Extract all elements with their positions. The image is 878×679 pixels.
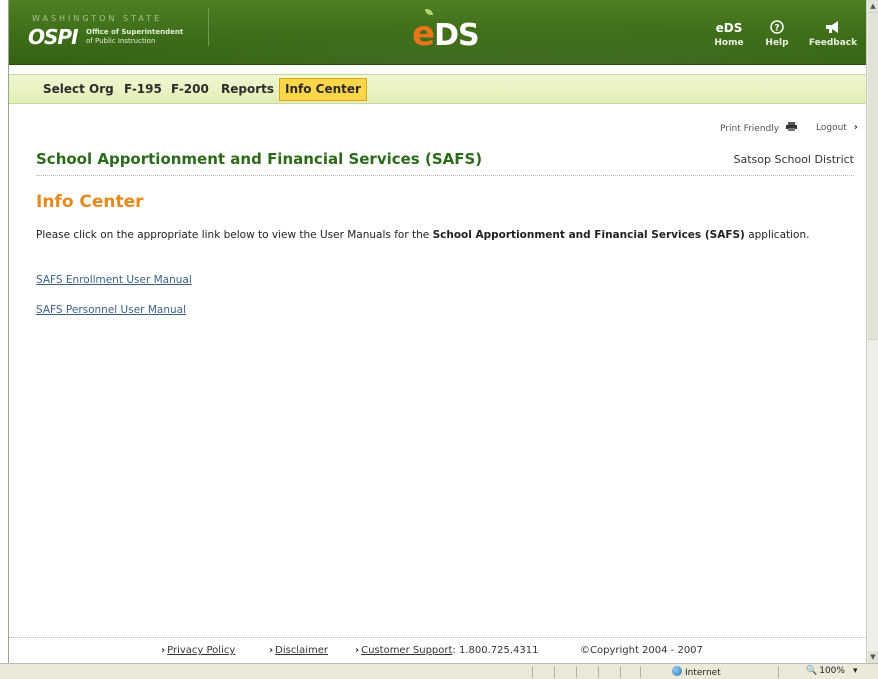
nav-item-select-org[interactable]: Select Org — [39, 80, 118, 99]
status-separator — [640, 666, 641, 678]
logout-link[interactable]: Logout › — [816, 122, 858, 133]
scroll-down-button[interactable]: ▼ — [868, 651, 878, 663]
help-icon: ? — [762, 20, 792, 38]
svg-text:?: ? — [774, 24, 779, 34]
feedback-label: Feedback — [808, 38, 858, 48]
main-nav: Select Org F-195 F-200 Reports Info Cent… — [9, 74, 866, 104]
security-zone: Internet — [672, 666, 721, 678]
footer-disclaimer: › Disclaimer — [269, 645, 328, 656]
page-title: School Apportionment and Financial Servi… — [36, 150, 483, 168]
status-separator — [576, 666, 577, 678]
ospi-logo[interactable]: WASHINGTON STATE OSPI Office of Superint… — [28, 14, 228, 50]
home-label: Home — [714, 38, 744, 48]
logo-ospi-text: OSPI — [28, 25, 79, 49]
status-separator — [598, 666, 599, 678]
logo-divider — [208, 8, 209, 46]
section-title: Info Center — [36, 192, 144, 212]
print-friendly-link[interactable]: Print Friendly — [720, 122, 797, 134]
footer-arrow-icon: › — [269, 645, 274, 656]
disclaimer-link[interactable]: Disclaimer — [275, 645, 328, 656]
home-button[interactable]: eDS Home — [712, 20, 746, 48]
support-phone: : 1.800.725.4311 — [452, 645, 539, 656]
personnel-manual-link[interactable]: SAFS Personnel User Manual — [36, 304, 186, 316]
logo-subtitle-line2: of Public Instruction — [86, 37, 156, 45]
nav-item-f195[interactable]: F-195 — [120, 80, 166, 99]
logo-subtitle-line1: Office of Superintendent — [86, 28, 184, 36]
logo-state-text: WASHINGTON STATE — [32, 14, 163, 23]
privacy-policy-link[interactable]: Privacy Policy — [167, 645, 235, 656]
vertical-scrollbar[interactable]: ▲ ▼ — [866, 0, 878, 663]
printer-icon — [785, 122, 797, 134]
status-separator — [554, 666, 555, 678]
help-label: Help — [765, 38, 789, 48]
footer-privacy: › Privacy Policy — [161, 645, 235, 656]
browser-status-bar: Internet 🔍 100% ▾ — [0, 663, 878, 679]
scroll-up-button[interactable]: ▲ — [868, 0, 878, 12]
browser-window: WASHINGTON STATE OSPI Office of Superint… — [0, 0, 878, 679]
footer-divider — [9, 637, 866, 638]
customer-support-link[interactable]: Customer Support — [361, 645, 452, 656]
copyright: ©Copyright 2004 - 2007 — [580, 645, 703, 656]
help-button[interactable]: ? Help — [762, 20, 792, 48]
zone-label: Internet — [685, 668, 721, 678]
intro-bold: School Apportionment and Financial Servi… — [432, 229, 745, 241]
scroll-thumb[interactable] — [868, 12, 878, 340]
nav-item-reports[interactable]: Reports — [217, 80, 278, 99]
print-friendly-label: Print Friendly — [720, 124, 780, 134]
nav-item-info-center[interactable]: Info Center — [279, 78, 367, 101]
chevron-right-icon: › — [853, 122, 858, 133]
zoom-dropdown-icon: ▾ — [852, 666, 858, 676]
title-divider — [36, 175, 854, 176]
feedback-button[interactable]: Feedback — [805, 20, 861, 48]
eds-logo-ds: DS — [434, 18, 480, 53]
nav-item-f200[interactable]: F-200 — [167, 80, 213, 99]
status-separator — [620, 666, 621, 678]
title-row: School Apportionment and Financial Servi… — [36, 150, 854, 172]
zoom-level: 100% — [819, 666, 845, 676]
nav-spacer — [9, 65, 866, 74]
intro-text: Please click on the appropriate link bel… — [36, 229, 826, 242]
zoom-icon: 🔍 — [806, 666, 818, 676]
footer-arrow-icon: › — [355, 645, 360, 656]
footer-support: › Customer Support: 1.800.725.4311 — [355, 645, 539, 656]
logout-label: Logout — [816, 123, 847, 133]
status-separator — [532, 666, 533, 678]
intro-suffix: application. — [744, 229, 810, 241]
globe-icon — [672, 666, 682, 676]
status-separator — [778, 666, 779, 678]
intro-prefix: Please click on the appropriate link bel… — [36, 229, 433, 241]
home-eds-icon: eDS — [715, 21, 743, 35]
footer-arrow-icon: › — [161, 645, 166, 656]
enrollment-manual-link[interactable]: SAFS Enrollment User Manual — [36, 274, 192, 286]
district-name: Satsop School District — [733, 153, 854, 166]
megaphone-icon — [805, 20, 861, 38]
zoom-control[interactable]: 🔍 100% ▾ — [806, 666, 857, 676]
eds-logo-e: e — [412, 14, 435, 54]
footer: › Privacy Policy › Disclaimer › Customer Su… — [9, 641, 866, 661]
eds-logo: eDS — [412, 14, 480, 54]
